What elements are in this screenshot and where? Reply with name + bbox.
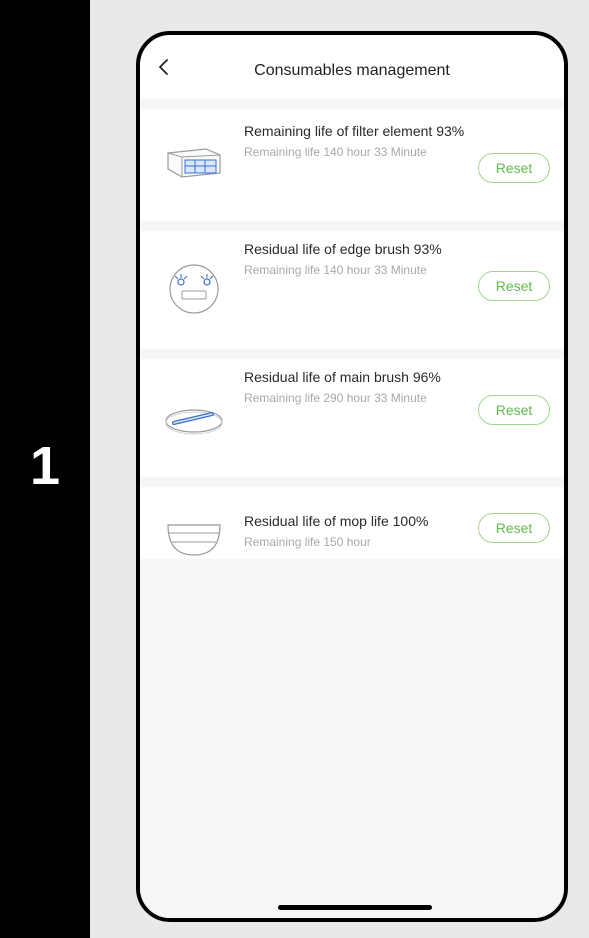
item-text: Residual life of mop life 100% Remaining… <box>244 511 474 551</box>
item-text: Residual life of edge brush 93% Remainin… <box>244 239 474 279</box>
item-remaining: Remaining life 150 hour <box>244 535 371 549</box>
item-name: Residual life of mop life 100% <box>244 513 429 529</box>
app-header: Consumables management <box>140 35 564 93</box>
item-remaining: Remaining life 140 hour 33 Minute <box>244 145 427 159</box>
list-divider <box>140 349 564 359</box>
reset-button[interactable]: Reset <box>478 271 550 301</box>
list-divider <box>140 477 564 487</box>
item-name: Residual life of edge brush 93% <box>244 241 442 257</box>
reset-button[interactable]: Reset <box>478 395 550 425</box>
list-item-filter-element: Remaining life of filter element 93% Rem… <box>140 109 564 221</box>
consumables-list: Remaining life of filter element 93% Rem… <box>140 99 564 589</box>
filter-element-icon <box>167 148 221 178</box>
reset-button[interactable]: Reset <box>478 513 550 543</box>
item-name: Remaining life of filter element 93% <box>244 123 465 139</box>
edge-brush-icon <box>169 264 219 314</box>
item-remaining: Remaining life 140 hour 33 Minute <box>244 263 427 277</box>
list-item-main-brush: Residual life of main brush 96% Remainin… <box>140 359 564 477</box>
home-indicator[interactable] <box>278 905 432 910</box>
list-item-edge-brush: Residual life of edge brush 93% Remainin… <box>140 231 564 349</box>
reset-button[interactable]: Reset <box>478 153 550 183</box>
empty-area <box>140 559 564 918</box>
list-divider <box>140 221 564 231</box>
page-title: Consumables management <box>254 62 450 79</box>
item-text: Remaining life of filter element 93% Rem… <box>244 121 474 161</box>
item-name: Residual life of main brush 96% <box>244 369 441 385</box>
list-divider <box>140 99 564 109</box>
item-text: Residual life of main brush 96% Remainin… <box>244 367 474 407</box>
step-bar: 1 <box>0 0 90 938</box>
main-brush-icon <box>165 409 223 435</box>
phone-screen: Consumables management Remaining life of… <box>136 31 568 922</box>
step-number: 1 <box>29 436 61 496</box>
item-remaining: Remaining life 290 hour 33 Minute <box>244 391 427 405</box>
